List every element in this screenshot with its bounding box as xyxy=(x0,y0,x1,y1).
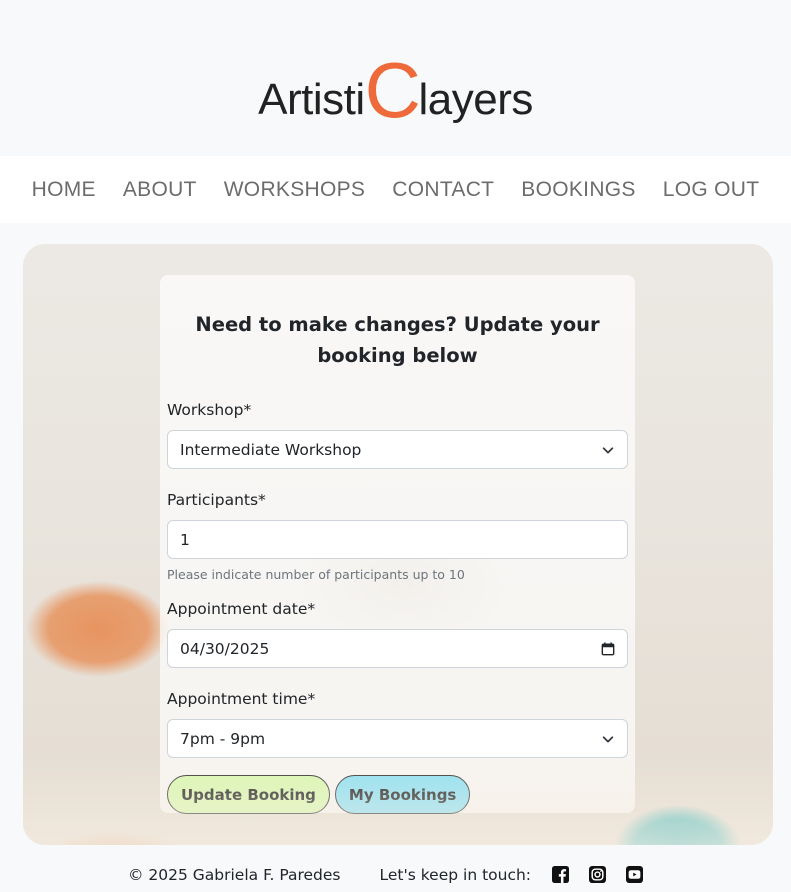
nav-workshops[interactable]: WORKSHOPS xyxy=(224,178,366,202)
nav-logout[interactable]: LOG OUT xyxy=(663,178,760,202)
instagram-icon[interactable] xyxy=(589,866,607,883)
chevron-down-icon xyxy=(602,446,614,453)
logo-text-start: Artisti xyxy=(258,75,365,124)
hero-background: Need to make changes? Update your bookin… xyxy=(23,244,773,845)
my-bookings-button[interactable]: My Bookings xyxy=(334,775,471,814)
logo-accent-letter: C xyxy=(364,46,421,134)
workshop-value: Intermediate Workshop xyxy=(180,440,362,459)
nav-contact[interactable]: CONTACT xyxy=(392,178,494,202)
main-nav: HOME ABOUT WORKSHOPS CONTACT BOOKINGS LO… xyxy=(0,156,791,223)
site-logo[interactable]: Artisti Clayers xyxy=(258,46,533,134)
booking-form-card: Need to make changes? Update your bookin… xyxy=(160,275,635,814)
workshop-label: Workshop* xyxy=(167,401,252,419)
logo-text-end: layers xyxy=(418,75,533,124)
date-input[interactable]: 04/30/2025 xyxy=(167,629,628,668)
nav-about[interactable]: ABOUT xyxy=(123,178,197,202)
social-label: Let's keep in touch: xyxy=(379,865,532,884)
youtube-icon[interactable] xyxy=(626,866,644,883)
workshop-select[interactable]: Intermediate Workshop xyxy=(167,430,628,469)
update-booking-button[interactable]: Update Booking xyxy=(167,775,330,814)
participants-value: 1 xyxy=(180,530,190,549)
time-label: Appointment time* xyxy=(167,690,316,708)
date-value: 04/30/2025 xyxy=(180,639,270,658)
site-footer: © 2025 Gabriela F. Paredes Let's keep in… xyxy=(0,857,791,892)
time-value: 7pm - 9pm xyxy=(180,729,266,748)
time-select[interactable]: 7pm - 9pm xyxy=(167,719,628,758)
site-header: Artisti Clayers xyxy=(0,0,791,156)
participants-input[interactable]: 1 xyxy=(167,520,628,559)
copyright-text: © 2025 Gabriela F. Paredes xyxy=(127,865,341,884)
participants-help-text: Please indicate number of participants u… xyxy=(167,567,465,582)
date-label: Appointment date* xyxy=(167,600,316,618)
calendar-icon[interactable] xyxy=(601,641,615,656)
participants-label: Participants* xyxy=(167,491,266,509)
nav-bookings[interactable]: BOOKINGS xyxy=(521,178,635,202)
facebook-icon[interactable] xyxy=(552,866,570,883)
form-heading: Need to make changes? Update your bookin… xyxy=(195,313,600,367)
nav-home[interactable]: HOME xyxy=(32,178,96,202)
chevron-down-icon xyxy=(602,735,614,742)
